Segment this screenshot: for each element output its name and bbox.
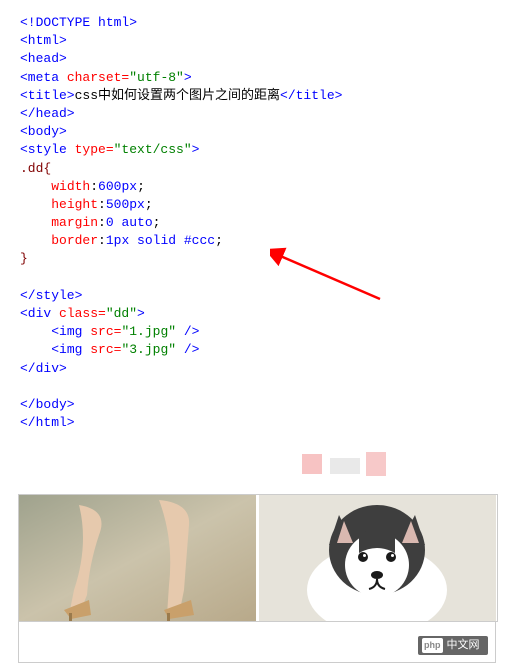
code-token: </title>: [280, 88, 342, 103]
code-token: ;: [215, 233, 223, 248]
code-token: <!DOCTYPE html>: [20, 15, 137, 30]
code-token: charset=: [59, 70, 129, 85]
code-token: 0 auto: [106, 215, 153, 230]
code-token: :: [98, 215, 106, 230]
code-token: <body>: [20, 124, 67, 139]
code-token: </style>: [20, 288, 82, 303]
pixel-block: [330, 458, 360, 474]
code-token: />: [176, 342, 199, 357]
pixelated-artifact: [290, 452, 513, 484]
code-token: type=: [67, 142, 114, 157]
pixel-block: [366, 452, 386, 476]
code-token: css中如何设置两个图片之间的距离: [75, 88, 280, 103]
watermark-logo: php: [422, 638, 443, 653]
code-token: <meta: [20, 70, 59, 85]
code-token: <img: [51, 324, 82, 339]
arrow-annotation: [270, 247, 390, 307]
code-token: ;: [145, 197, 153, 212]
code-token: {: [43, 161, 51, 176]
code-token: <style: [20, 142, 67, 157]
code-token: "3.jpg": [121, 342, 176, 357]
preview-image-1: [19, 495, 256, 621]
code-token: <div: [20, 306, 51, 321]
code-token: "1.jpg": [121, 324, 176, 339]
code-token: "text/css": [114, 142, 192, 157]
code-token: <img: [51, 342, 82, 357]
code-token: <title>: [20, 88, 75, 103]
code-token: height: [51, 197, 98, 212]
code-token: >: [137, 306, 145, 321]
code-token: "dd": [106, 306, 137, 321]
code-token: :: [98, 233, 106, 248]
code-token: :: [98, 197, 106, 212]
code-token: >: [184, 70, 192, 85]
code-token: :: [90, 179, 98, 194]
code-token: </html>: [20, 415, 75, 430]
code-token: <head>: [20, 51, 67, 66]
preview-gallery: php 中文网: [18, 494, 496, 663]
code-token: src=: [82, 342, 121, 357]
code-token: />: [176, 324, 199, 339]
code-token: width: [51, 179, 90, 194]
code-token: 600px: [98, 179, 137, 194]
code-token: src=: [82, 324, 121, 339]
code-token: </head>: [20, 106, 75, 121]
code-token: .dd: [20, 161, 43, 176]
code-token: border: [51, 233, 98, 248]
code-token: <html>: [20, 33, 67, 48]
watermark-text: 中文网: [447, 638, 480, 653]
code-token: margin: [51, 215, 98, 230]
code-token: ;: [153, 215, 161, 230]
code-token: </body>: [20, 397, 75, 412]
watermark: php 中文网: [418, 636, 488, 655]
pixel-block: [302, 454, 322, 474]
code-token: "utf-8": [129, 70, 184, 85]
code-editor: <!DOCTYPE html> <html> <head> <meta char…: [0, 0, 513, 444]
code-token: class=: [51, 306, 106, 321]
code-token: >: [192, 142, 200, 157]
code-token: </div>: [20, 361, 67, 376]
preview-image-2: [259, 495, 496, 621]
code-token: 1px solid #ccc: [106, 233, 215, 248]
code-token: ;: [137, 179, 145, 194]
code-token: 500px: [106, 197, 145, 212]
code-token: }: [20, 251, 28, 266]
